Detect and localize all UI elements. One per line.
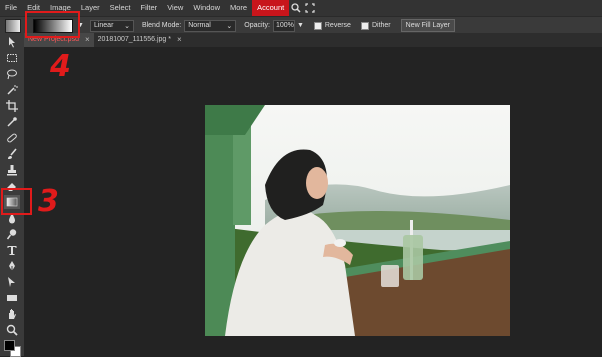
menu-layer[interactable]: Layer bbox=[76, 0, 105, 16]
eyedropper-tool-icon[interactable] bbox=[4, 115, 20, 129]
annotation-step-3: 3 bbox=[38, 184, 59, 219]
tool-highlight-box bbox=[1, 188, 32, 215]
close-icon[interactable]: × bbox=[85, 33, 90, 47]
reverse-checkbox[interactable] bbox=[313, 21, 322, 30]
rectangle-tool-icon[interactable] bbox=[4, 291, 20, 305]
brush-tool-icon[interactable] bbox=[4, 147, 20, 161]
menu-file[interactable]: File bbox=[0, 0, 22, 16]
text-tool-icon[interactable] bbox=[4, 243, 20, 257]
crop-tool-icon[interactable] bbox=[4, 99, 20, 113]
move-tool-icon[interactable] bbox=[4, 35, 20, 49]
menu-filter[interactable]: Filter bbox=[136, 0, 163, 16]
menu-select[interactable]: Select bbox=[105, 0, 136, 16]
dither-checkbox[interactable] bbox=[360, 21, 369, 30]
stamp-tool-icon[interactable] bbox=[4, 163, 20, 177]
menu-bar: File Edit Image Layer Select Filter View… bbox=[0, 0, 602, 16]
hand-tool-icon[interactable] bbox=[4, 307, 20, 321]
chevron-down-icon: ⌄ bbox=[226, 22, 233, 30]
close-icon[interactable]: × bbox=[177, 33, 182, 47]
pen-tool-icon[interactable] bbox=[4, 259, 20, 273]
opacity-field[interactable]: 100% bbox=[272, 19, 295, 32]
tab-label: 20181007_111556.jpg * bbox=[97, 36, 171, 43]
healing-tool-icon[interactable] bbox=[4, 131, 20, 145]
gradient-type-select[interactable]: Linear ⌄ bbox=[89, 19, 134, 32]
fullscreen-icon[interactable] bbox=[303, 0, 317, 16]
path-select-tool-icon[interactable] bbox=[4, 275, 20, 289]
search-icon[interactable] bbox=[289, 0, 303, 16]
blend-mode-label: Blend Mode: bbox=[141, 22, 182, 29]
dither-label: Dither bbox=[371, 22, 391, 29]
gradient-tool-icon bbox=[5, 18, 21, 33]
gradient-type-value: Linear bbox=[93, 22, 114, 29]
annotation-step-4: 4 bbox=[50, 49, 71, 84]
blend-mode-select[interactable]: Normal ⌄ bbox=[184, 19, 237, 32]
lasso-tool-icon[interactable] bbox=[4, 67, 20, 81]
options-bar: ▼ Linear ⌄ Blend Mode: Normal ⌄ Opacity:… bbox=[0, 16, 602, 34]
marquee-tool-icon[interactable] bbox=[4, 51, 20, 65]
tab-photo[interactable]: 20181007_111556.jpg * × bbox=[94, 33, 186, 47]
foreground-color-swatch[interactable] bbox=[4, 340, 15, 351]
menu-view[interactable]: View bbox=[162, 0, 188, 16]
menu-window[interactable]: Window bbox=[188, 0, 225, 16]
chevron-down-icon[interactable]: ▼ bbox=[297, 22, 304, 29]
menu-account[interactable]: Account bbox=[252, 0, 290, 16]
opacity-label: Opacity: bbox=[244, 22, 270, 29]
magic-wand-tool-icon[interactable] bbox=[4, 83, 20, 97]
menu-more[interactable]: More bbox=[225, 0, 252, 16]
new-fill-layer-button[interactable]: New Fill Layer bbox=[400, 19, 455, 32]
reverse-label: Reverse bbox=[324, 22, 351, 29]
blend-mode-value: Normal bbox=[188, 22, 211, 29]
chevron-down-icon: ⌄ bbox=[124, 22, 130, 30]
zoom-tool-icon[interactable] bbox=[4, 323, 20, 337]
gradient-highlight-box bbox=[25, 11, 80, 38]
document-canvas[interactable] bbox=[205, 105, 510, 336]
dodge-tool-icon[interactable] bbox=[4, 227, 20, 241]
document-tabs: New Project.psd × 20181007_111556.jpg * … bbox=[24, 33, 602, 47]
canvas-photo bbox=[205, 105, 510, 336]
